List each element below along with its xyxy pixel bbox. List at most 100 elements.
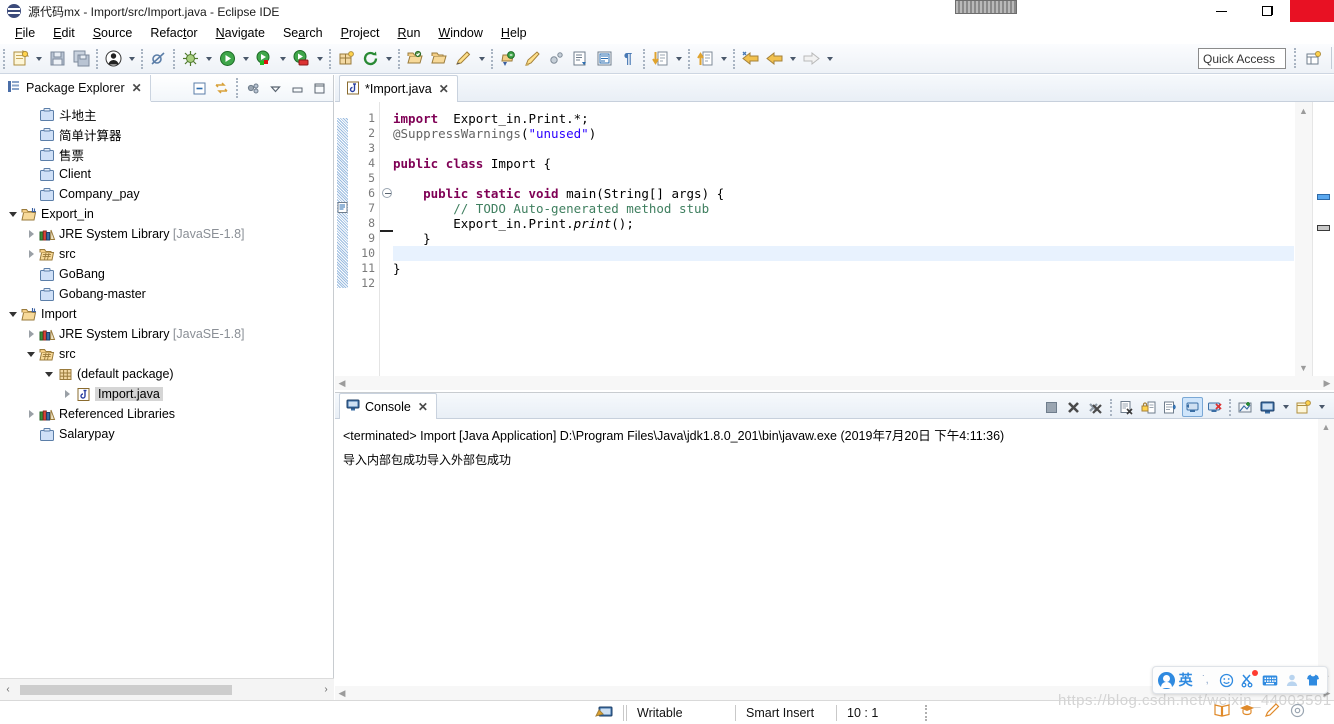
- quick-access-input[interactable]: Quick Access: [1198, 48, 1286, 69]
- editor-horizontal-scrollbar[interactable]: ◀ ▶: [335, 376, 1334, 390]
- project-tree[interactable]: 斗地主 简单计算器 售票 Client Company_pay Export_in JRE …: [0, 102, 333, 678]
- editor-vertical-scrollbar[interactable]: ▲ ▼: [1295, 102, 1312, 376]
- back-dropdown-icon[interactable]: [786, 48, 799, 70]
- code-line[interactable]: Export_in.Print.print();: [393, 216, 1294, 231]
- overview-ruler[interactable]: [1312, 102, 1334, 376]
- code-line[interactable]: }: [393, 261, 1294, 276]
- tree-item-jre-system-library[interactable]: JRE System Library [JavaSE-1.8]: [0, 324, 333, 344]
- overview-mark-cursor[interactable]: [1317, 225, 1330, 231]
- run-icon[interactable]: [216, 48, 238, 70]
- back-icon[interactable]: [763, 48, 785, 70]
- scroll-right-icon[interactable]: ›: [318, 679, 334, 701]
- soft-keyboard-icon[interactable]: [1261, 671, 1279, 689]
- word-wrap-icon[interactable]: [1160, 397, 1181, 417]
- code-line[interactable]: public class Import {: [393, 156, 1294, 171]
- debug-icon[interactable]: [179, 48, 201, 70]
- save-all-icon[interactable]: [70, 48, 92, 70]
- tree-item-export_in[interactable]: Export_in: [0, 204, 333, 224]
- focus-active-task-icon[interactable]: [243, 78, 263, 98]
- previous-annotation-dropdown-icon[interactable]: [717, 48, 730, 70]
- forward-dropdown-icon[interactable]: [823, 48, 836, 70]
- emoji-icon[interactable]: [1218, 671, 1236, 689]
- open-task-icon[interactable]: [428, 48, 450, 70]
- tab-import-java[interactable]: *Import.java ✕: [339, 75, 458, 102]
- folding-ruler[interactable]: [379, 102, 394, 376]
- display-selected-console-icon[interactable]: [1257, 397, 1278, 417]
- restore-button[interactable]: [1244, 0, 1290, 22]
- remove-all-terminated-icon[interactable]: [1085, 397, 1106, 417]
- screenshot-icon[interactable]: [1240, 670, 1259, 689]
- menu-window[interactable]: Window: [429, 24, 491, 42]
- minimize-button[interactable]: [1198, 0, 1244, 22]
- run-external-dropdown-icon[interactable]: [276, 48, 289, 70]
- quick-fix-icon[interactable]: [336, 201, 349, 214]
- annotation-brush-icon[interactable]: [521, 48, 543, 70]
- user-icon[interactable]: [1283, 671, 1301, 689]
- code-line[interactable]: @SuppressWarnings("unused"): [393, 126, 1294, 141]
- menu-project[interactable]: Project: [332, 24, 389, 42]
- close-button[interactable]: [1290, 0, 1334, 22]
- collapse-all-icon[interactable]: [189, 78, 209, 98]
- next-edit-icon[interactable]: [545, 48, 567, 70]
- clear-console-icon[interactable]: [1116, 397, 1137, 417]
- code-line[interactable]: public static void main(String[] args) {: [393, 186, 1294, 201]
- source-code[interactable]: import Export_in.Print.*; @SuppressWarnin…: [393, 102, 1294, 376]
- run-dropdown-icon[interactable]: [239, 48, 252, 70]
- minimize-view-icon[interactable]: [287, 78, 307, 98]
- open-type-icon[interactable]: [404, 48, 426, 70]
- paragraph-mark-icon[interactable]: ¶: [617, 48, 639, 70]
- forward-icon[interactable]: [800, 48, 822, 70]
- new-java-package-icon[interactable]: [335, 48, 357, 70]
- show-whitespace-icon[interactable]: [593, 48, 615, 70]
- code-line[interactable]: [393, 141, 1294, 156]
- search-icon[interactable]: [497, 48, 519, 70]
- console-output[interactable]: <terminated> Import [Java Application] D…: [335, 419, 1318, 686]
- show-console-on-output-icon[interactable]: [1182, 397, 1203, 417]
- back-navigation-icon[interactable]: [739, 48, 761, 70]
- run-coverage-dropdown-icon[interactable]: [313, 48, 326, 70]
- graduation-cap-icon[interactable]: [1239, 702, 1255, 718]
- new-wizard-icon[interactable]: [9, 48, 31, 70]
- debug-dropdown-icon[interactable]: [202, 48, 215, 70]
- code-editor[interactable]: 1 2 3 4 5 6 7 8 9 10 11 12 import Export_in.Print.*…: [335, 102, 1334, 390]
- maximize-view-icon[interactable]: [309, 78, 329, 98]
- code-line[interactable]: // TODO Auto-generated method stub: [393, 201, 1294, 216]
- annotation-ruler[interactable]: [335, 102, 349, 376]
- punctuation-icon[interactable]: ˙,: [1197, 671, 1215, 689]
- code-line[interactable]: import Export_in.Print.*;: [393, 111, 1294, 126]
- run-external-tools-icon[interactable]: [253, 48, 275, 70]
- chevron-right-icon[interactable]: [24, 250, 38, 258]
- skip-breakpoints-icon[interactable]: [147, 48, 169, 70]
- code-line[interactable]: [393, 171, 1294, 186]
- overview-mark-info[interactable]: [1317, 194, 1330, 200]
- tree-item-company_pay[interactable]: Company_pay: [0, 184, 333, 204]
- explorer-horizontal-scrollbar[interactable]: ‹ ›: [0, 678, 334, 700]
- tree-item-default-package[interactable]: (default package): [0, 364, 333, 384]
- tree-item-[interactable]: 斗地主: [0, 104, 333, 124]
- menu-help[interactable]: Help: [492, 24, 536, 42]
- code-line[interactable]: [393, 246, 1294, 261]
- open-console-icon[interactable]: [1293, 397, 1314, 417]
- user-profile-icon[interactable]: [102, 48, 124, 70]
- scroll-left-icon[interactable]: ‹: [0, 679, 16, 701]
- tree-item-[interactable]: 简单计算器: [0, 124, 333, 144]
- scroll-right-icon[interactable]: ▶: [1320, 376, 1334, 390]
- skin-icon[interactable]: [1304, 671, 1322, 689]
- view-menu-icon[interactable]: [265, 78, 285, 98]
- code-line[interactable]: [393, 276, 1294, 291]
- tab-package-explorer[interactable]: Package Explorer ✕: [0, 75, 151, 102]
- tree-item-import[interactable]: Import: [0, 304, 333, 324]
- ime-toolbar[interactable]: 英 ˙,: [1152, 666, 1328, 694]
- link-with-editor-icon[interactable]: [211, 78, 231, 98]
- user-profile-dropdown-icon[interactable]: [125, 48, 138, 70]
- terminate-icon[interactable]: [1041, 397, 1062, 417]
- console-vertical-scrollbar[interactable]: ▲ ▼: [1318, 419, 1334, 686]
- ime-mode-label[interactable]: 英: [1179, 670, 1193, 690]
- tree-item-gobang[interactable]: GoBang: [0, 264, 333, 284]
- remove-launch-icon[interactable]: [1063, 397, 1084, 417]
- refresh-dropdown-icon[interactable]: [382, 48, 395, 70]
- tree-item-salarypay[interactable]: Salarypay: [0, 424, 333, 444]
- scroll-down-icon[interactable]: ▼: [1295, 359, 1312, 376]
- explorer-scroll-track[interactable]: [16, 679, 318, 701]
- chevron-down-icon[interactable]: [24, 351, 38, 357]
